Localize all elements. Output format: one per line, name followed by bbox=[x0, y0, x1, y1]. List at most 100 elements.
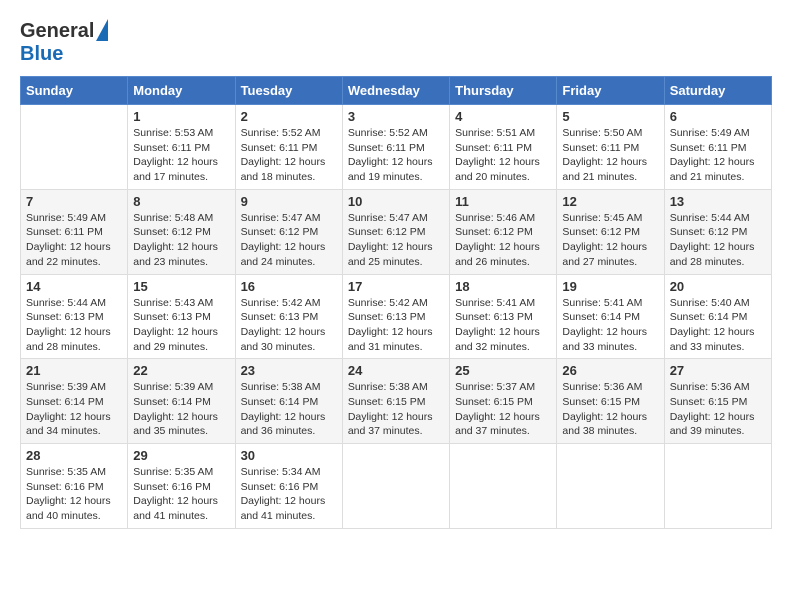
calendar-week: 14 Sunrise: 5:44 AM Sunset: 6:13 PM Dayli… bbox=[21, 274, 772, 359]
day-info: Sunrise: 5:48 AM Sunset: 6:12 PM Dayligh… bbox=[133, 211, 229, 270]
day-info: Sunrise: 5:49 AM Sunset: 6:11 PM Dayligh… bbox=[670, 126, 766, 185]
day-info: Sunrise: 5:43 AM Sunset: 6:13 PM Dayligh… bbox=[133, 296, 229, 355]
header-day: Saturday bbox=[664, 77, 771, 105]
day-info: Sunrise: 5:37 AM Sunset: 6:15 PM Dayligh… bbox=[455, 380, 551, 439]
calendar-cell bbox=[664, 444, 771, 529]
calendar-cell: 5 Sunrise: 5:50 AM Sunset: 6:11 PM Daylig… bbox=[557, 105, 664, 190]
calendar-table: SundayMondayTuesdayWednesdayThursdayFrid… bbox=[20, 76, 772, 529]
calendar-week: 21Sunrise: 5:39 AM Sunset: 6:14 PM Dayli… bbox=[21, 359, 772, 444]
calendar-cell: 15 Sunrise: 5:43 AM Sunset: 6:13 PM Dayli… bbox=[128, 274, 235, 359]
calendar-cell: 24Sunrise: 5:38 AM Sunset: 6:15 PM Dayli… bbox=[342, 359, 449, 444]
day-info: Sunrise: 5:47 AM Sunset: 6:12 PM Dayligh… bbox=[348, 211, 444, 270]
calendar-cell: 12 Sunrise: 5:45 AM Sunset: 6:12 PM Dayli… bbox=[557, 189, 664, 274]
day-number: 10 bbox=[348, 194, 444, 209]
day-info: Sunrise: 5:42 AM Sunset: 6:13 PM Dayligh… bbox=[348, 296, 444, 355]
calendar-week: 1 Sunrise: 5:53 AM Sunset: 6:11 PM Daylig… bbox=[21, 105, 772, 190]
logo-text: General Blue bbox=[20, 20, 108, 66]
calendar-cell: 4 Sunrise: 5:51 AM Sunset: 6:11 PM Daylig… bbox=[450, 105, 557, 190]
calendar-cell: 30 Sunrise: 5:34 AM Sunset: 6:16 PM Dayli… bbox=[235, 444, 342, 529]
calendar-cell: 11Sunrise: 5:46 AM Sunset: 6:12 PM Dayli… bbox=[450, 189, 557, 274]
header-day: Thursday bbox=[450, 77, 557, 105]
calendar-cell bbox=[450, 444, 557, 529]
day-number: 9 bbox=[241, 194, 337, 209]
day-info: Sunrise: 5:51 AM Sunset: 6:11 PM Dayligh… bbox=[455, 126, 551, 185]
day-info: Sunrise: 5:42 AM Sunset: 6:13 PM Dayligh… bbox=[241, 296, 337, 355]
calendar-cell: 3Sunrise: 5:52 AM Sunset: 6:11 PM Daylig… bbox=[342, 105, 449, 190]
calendar-cell: 17 Sunrise: 5:42 AM Sunset: 6:13 PM Dayli… bbox=[342, 274, 449, 359]
calendar-week: 28 Sunrise: 5:35 AM Sunset: 6:16 PM Dayli… bbox=[21, 444, 772, 529]
calendar-cell: 8 Sunrise: 5:48 AM Sunset: 6:12 PM Daylig… bbox=[128, 189, 235, 274]
day-number: 13 bbox=[670, 194, 766, 209]
logo: General Blue bbox=[20, 20, 108, 66]
day-info: Sunrise: 5:45 AM Sunset: 6:12 PM Dayligh… bbox=[562, 211, 658, 270]
day-info: Sunrise: 5:34 AM Sunset: 6:16 PM Dayligh… bbox=[241, 465, 337, 524]
header-day: Tuesday bbox=[235, 77, 342, 105]
logo-triangle-icon bbox=[96, 19, 108, 41]
day-info: Sunrise: 5:41 AM Sunset: 6:13 PM Dayligh… bbox=[455, 296, 551, 355]
logo-line1: General bbox=[20, 20, 94, 43]
day-number: 14 bbox=[26, 279, 122, 294]
calendar-cell: 14 Sunrise: 5:44 AM Sunset: 6:13 PM Dayli… bbox=[21, 274, 128, 359]
day-number: 23 bbox=[241, 363, 337, 378]
calendar-cell: 21Sunrise: 5:39 AM Sunset: 6:14 PM Dayli… bbox=[21, 359, 128, 444]
calendar-cell: 20Sunrise: 5:40 AM Sunset: 6:14 PM Dayli… bbox=[664, 274, 771, 359]
header: General Blue bbox=[20, 20, 772, 66]
calendar-cell: 7 Sunrise: 5:49 AM Sunset: 6:11 PM Daylig… bbox=[21, 189, 128, 274]
calendar-cell: 10 Sunrise: 5:47 AM Sunset: 6:12 PM Dayli… bbox=[342, 189, 449, 274]
day-number: 24 bbox=[348, 363, 444, 378]
day-number: 4 bbox=[455, 109, 551, 124]
day-info: Sunrise: 5:44 AM Sunset: 6:13 PM Dayligh… bbox=[26, 296, 122, 355]
calendar-cell: 28Sunrise: 5:35 AM Sunset: 6:16 PM Dayli… bbox=[21, 444, 128, 529]
day-number: 12 bbox=[562, 194, 658, 209]
day-info: Sunrise: 5:38 AM Sunset: 6:14 PM Dayligh… bbox=[241, 380, 337, 439]
calendar-cell: 26 Sunrise: 5:36 AM Sunset: 6:15 PM Dayli… bbox=[557, 359, 664, 444]
calendar-cell: 23 Sunrise: 5:38 AM Sunset: 6:14 PM Dayli… bbox=[235, 359, 342, 444]
calendar-cell: 22Sunrise: 5:39 AM Sunset: 6:14 PM Dayli… bbox=[128, 359, 235, 444]
header-day: Wednesday bbox=[342, 77, 449, 105]
day-number: 27 bbox=[670, 363, 766, 378]
day-number: 28 bbox=[26, 448, 122, 463]
day-info: Sunrise: 5:49 AM Sunset: 6:11 PM Dayligh… bbox=[26, 211, 122, 270]
day-info: Sunrise: 5:47 AM Sunset: 6:12 PM Dayligh… bbox=[241, 211, 337, 270]
day-info: Sunrise: 5:52 AM Sunset: 6:11 PM Dayligh… bbox=[241, 126, 337, 185]
calendar-cell: 29 Sunrise: 5:35 AM Sunset: 6:16 PM Dayli… bbox=[128, 444, 235, 529]
calendar-cell: 1 Sunrise: 5:53 AM Sunset: 6:11 PM Daylig… bbox=[128, 105, 235, 190]
logo-line2: Blue bbox=[20, 43, 108, 66]
day-info: Sunrise: 5:53 AM Sunset: 6:11 PM Dayligh… bbox=[133, 126, 229, 185]
calendar-cell: 18 Sunrise: 5:41 AM Sunset: 6:13 PM Dayli… bbox=[450, 274, 557, 359]
calendar-cell bbox=[557, 444, 664, 529]
calendar-cell: 2Sunrise: 5:52 AM Sunset: 6:11 PM Daylig… bbox=[235, 105, 342, 190]
day-number: 25 bbox=[455, 363, 551, 378]
header-row: SundayMondayTuesdayWednesdayThursdayFrid… bbox=[21, 77, 772, 105]
day-number: 3 bbox=[348, 109, 444, 124]
calendar-cell: 19Sunrise: 5:41 AM Sunset: 6:14 PM Dayli… bbox=[557, 274, 664, 359]
calendar-week: 7 Sunrise: 5:49 AM Sunset: 6:11 PM Daylig… bbox=[21, 189, 772, 274]
day-number: 6 bbox=[670, 109, 766, 124]
day-number: 7 bbox=[26, 194, 122, 209]
day-info: Sunrise: 5:39 AM Sunset: 6:14 PM Dayligh… bbox=[133, 380, 229, 439]
calendar-cell bbox=[21, 105, 128, 190]
calendar-cell: 16Sunrise: 5:42 AM Sunset: 6:13 PM Dayli… bbox=[235, 274, 342, 359]
day-number: 11 bbox=[455, 194, 551, 209]
day-number: 30 bbox=[241, 448, 337, 463]
header-day: Monday bbox=[128, 77, 235, 105]
day-number: 8 bbox=[133, 194, 229, 209]
day-number: 19 bbox=[562, 279, 658, 294]
day-number: 20 bbox=[670, 279, 766, 294]
day-info: Sunrise: 5:35 AM Sunset: 6:16 PM Dayligh… bbox=[133, 465, 229, 524]
header-day: Friday bbox=[557, 77, 664, 105]
day-number: 5 bbox=[562, 109, 658, 124]
day-number: 26 bbox=[562, 363, 658, 378]
day-number: 1 bbox=[133, 109, 229, 124]
day-info: Sunrise: 5:39 AM Sunset: 6:14 PM Dayligh… bbox=[26, 380, 122, 439]
calendar-header: SundayMondayTuesdayWednesdayThursdayFrid… bbox=[21, 77, 772, 105]
day-info: Sunrise: 5:44 AM Sunset: 6:12 PM Dayligh… bbox=[670, 211, 766, 270]
day-number: 15 bbox=[133, 279, 229, 294]
day-info: Sunrise: 5:36 AM Sunset: 6:15 PM Dayligh… bbox=[562, 380, 658, 439]
day-info: Sunrise: 5:50 AM Sunset: 6:11 PM Dayligh… bbox=[562, 126, 658, 185]
calendar-cell: 25 Sunrise: 5:37 AM Sunset: 6:15 PM Dayli… bbox=[450, 359, 557, 444]
day-number: 29 bbox=[133, 448, 229, 463]
calendar-cell: 6 Sunrise: 5:49 AM Sunset: 6:11 PM Daylig… bbox=[664, 105, 771, 190]
day-number: 18 bbox=[455, 279, 551, 294]
day-number: 17 bbox=[348, 279, 444, 294]
